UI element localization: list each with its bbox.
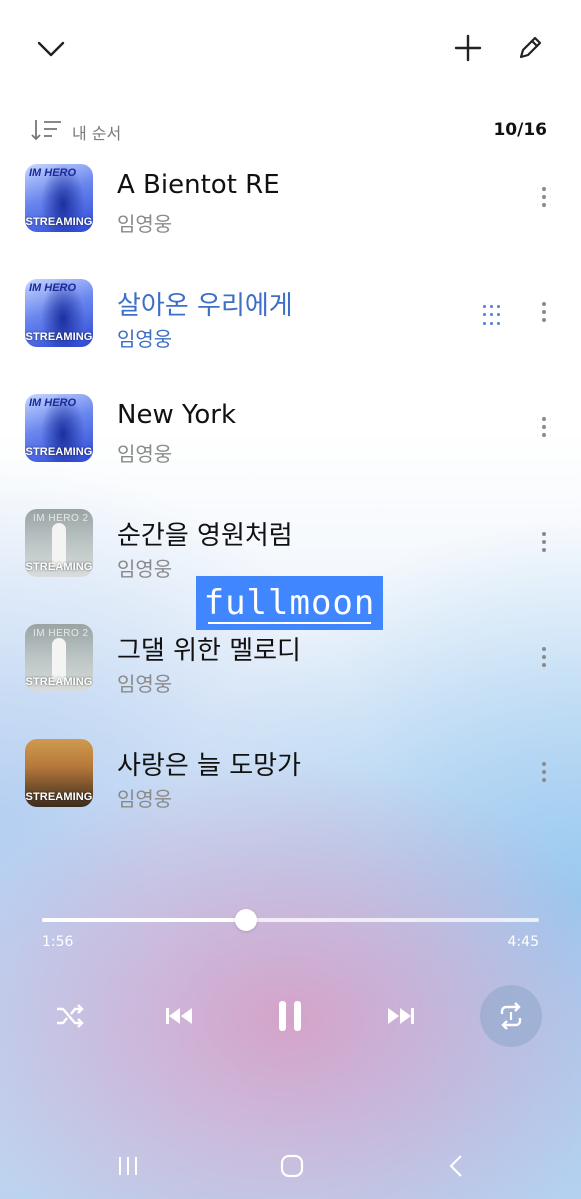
previous-button[interactable] — [158, 996, 200, 1036]
pause-button[interactable] — [268, 994, 312, 1038]
track-title: A Bientot RE — [117, 170, 280, 200]
skip-previous-icon — [166, 1008, 192, 1024]
edit-button[interactable] — [510, 28, 550, 68]
seek-bar[interactable] — [42, 909, 539, 931]
total-duration: 4:45 — [507, 934, 539, 950]
track-row[interactable]: STREAMING 사랑은 늘 도망가 임영웅 — [25, 739, 555, 811]
shuffle-button[interactable] — [50, 996, 90, 1036]
sort-label[interactable]: 내 순서 — [72, 120, 121, 144]
elapsed-time: 1:56 — [42, 934, 74, 950]
repeat-one-icon — [500, 1002, 522, 1030]
more-options-icon[interactable] — [541, 302, 547, 326]
streaming-badge: STREAMING — [25, 331, 93, 343]
back-icon — [449, 1155, 462, 1177]
more-options-icon[interactable] — [541, 647, 547, 671]
track-artist: 임영웅 — [117, 787, 173, 811]
home-button[interactable] — [272, 1148, 312, 1184]
album-cover: IM HERO STREAMING — [25, 279, 93, 347]
track-title: New York — [117, 400, 237, 430]
album-cover: STREAMING — [25, 739, 93, 807]
track-row[interactable]: IM HERO 2 STREAMING 그댈 위한 멜로디 임영웅 — [25, 624, 555, 696]
streaming-badge: STREAMING — [25, 676, 93, 688]
sort-icon — [31, 120, 61, 141]
track-artist: 임영웅 — [117, 672, 173, 696]
track-artist: 임영웅 — [117, 327, 173, 351]
more-options-icon[interactable] — [541, 532, 547, 556]
seek-handle[interactable] — [234, 909, 257, 931]
recent-apps-button[interactable] — [108, 1148, 148, 1184]
track-counter: 10/16 — [493, 120, 547, 140]
album-cover: IM HERO 2 STREAMING — [25, 509, 93, 577]
album-cover: IM HERO 2 STREAMING — [25, 624, 93, 692]
track-title: 순간을 영원처럼 — [117, 521, 293, 551]
recent-apps-icon — [119, 1157, 137, 1175]
more-options-icon[interactable] — [541, 762, 547, 786]
track-artist: 임영웅 — [117, 212, 173, 236]
chevron-down-icon — [37, 41, 65, 57]
repeat-button[interactable] — [480, 985, 542, 1047]
sort-bar: 내 순서 10/16 — [28, 114, 547, 146]
album-cover: IM HERO STREAMING — [25, 394, 93, 462]
sticker-text: fullmoon — [203, 583, 376, 623]
album-cover: IM HERO STREAMING — [25, 164, 93, 232]
pause-icon — [279, 1001, 301, 1031]
streaming-badge: STREAMING — [25, 561, 93, 573]
track-row-now-playing[interactable]: IM HERO STREAMING 살아온 우리에게 임영웅 — [25, 279, 555, 351]
pencil-icon — [519, 36, 542, 59]
add-button[interactable] — [448, 28, 488, 68]
more-options-icon[interactable] — [541, 417, 547, 441]
track-row[interactable]: IM HERO STREAMING A Bientot RE 임영웅 — [25, 164, 555, 236]
track-title: 그댈 위한 멜로디 — [117, 636, 301, 666]
skip-next-icon — [388, 1008, 414, 1024]
track-row[interactable]: IM HERO STREAMING New York 임영웅 — [25, 394, 555, 466]
home-icon — [280, 1154, 304, 1178]
next-button[interactable] — [380, 996, 422, 1036]
seek-progress — [42, 918, 246, 922]
sort-button[interactable] — [28, 116, 68, 144]
cover-logo: IM HERO — [29, 397, 77, 409]
repeat-icon-wrap — [480, 985, 542, 1047]
streaming-badge: STREAMING — [25, 791, 93, 803]
shuffle-icon — [57, 1004, 84, 1028]
streaming-badge: STREAMING — [25, 216, 93, 228]
fullmoon-sticker: fullmoon — [196, 576, 383, 630]
collapse-button[interactable] — [30, 30, 72, 68]
track-title: 사랑은 늘 도망가 — [117, 751, 301, 781]
plus-icon — [454, 34, 482, 62]
equalizer-icon — [483, 305, 501, 327]
track-artist: 임영웅 — [117, 442, 173, 466]
cover-logo: IM HERO — [29, 167, 77, 179]
back-button[interactable] — [436, 1148, 476, 1184]
cover-logo: IM HERO — [29, 282, 77, 294]
track-title: 살아온 우리에게 — [117, 291, 293, 321]
track-row[interactable]: IM HERO 2 STREAMING 순간을 영원처럼 임영웅 — [25, 509, 555, 581]
more-options-icon[interactable] — [541, 187, 547, 211]
streaming-badge: STREAMING — [25, 446, 93, 458]
track-artist: 임영웅 — [117, 557, 173, 581]
